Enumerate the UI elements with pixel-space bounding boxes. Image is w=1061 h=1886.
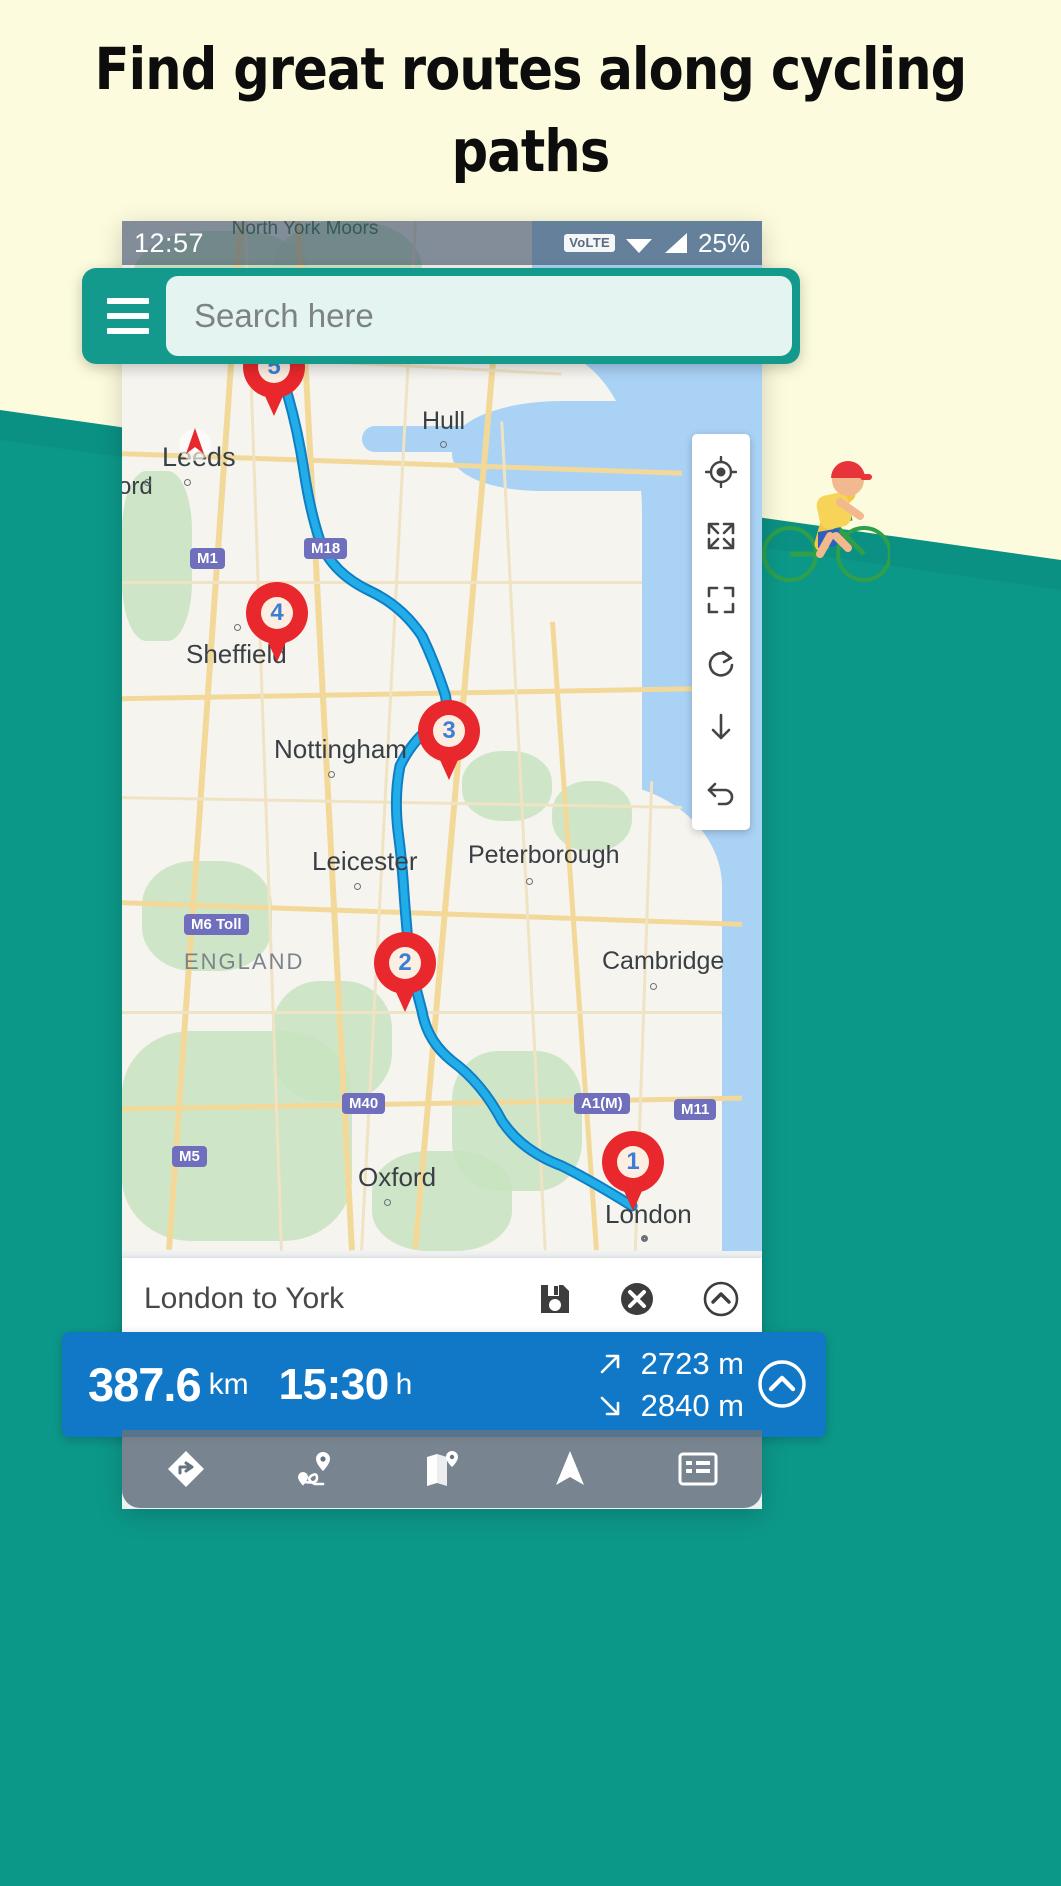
marker-number: 2: [389, 947, 421, 979]
route-info-card: London to York: [122, 1258, 762, 1340]
route-marker[interactable]: 4: [246, 582, 310, 662]
wifi-icon: [625, 239, 652, 253]
descent-value: 2840 m: [640, 1387, 744, 1423]
map-label-city: Leicester: [312, 846, 418, 876]
waypoints-route-icon: [298, 1452, 330, 1486]
chevron-up-circle-icon[interactable]: [756, 1358, 808, 1410]
hamburger-menu-icon[interactable]: [100, 298, 156, 334]
descent-row: 2840 m: [597, 1388, 744, 1424]
arrow-down-right-icon: [600, 1396, 619, 1415]
route-marker[interactable]: 3: [418, 700, 482, 780]
nav-waypoints[interactable]: [279, 1439, 349, 1499]
map-pin-icon: [427, 1451, 458, 1486]
fullscreen-icon: [707, 586, 735, 614]
marker-number: 4: [261, 597, 293, 629]
city-dot: [354, 883, 361, 890]
undo-button[interactable]: [692, 760, 750, 824]
nav-map[interactable]: [407, 1439, 477, 1499]
marker-number: 3: [433, 715, 465, 747]
fit-route-icon: [707, 522, 735, 550]
stat-distance-value: 387.6: [88, 1358, 202, 1411]
map-label-city: Cambridge: [602, 947, 725, 975]
route-card-actions: [538, 1280, 740, 1318]
chevron-up-circle-icon[interactable]: [702, 1280, 740, 1318]
nav-list[interactable]: [663, 1439, 733, 1499]
signal-bars-icon: [664, 233, 687, 253]
rotate-icon: [708, 650, 734, 677]
elevation-block: 2723 m 2840 m: [597, 1346, 744, 1424]
map-label-city: Nottingham: [274, 734, 407, 764]
volte-badge: VoLTE: [564, 234, 615, 252]
bottom-nav-bar: [122, 1430, 762, 1508]
city-dot: [184, 479, 191, 486]
city-dot: [384, 1199, 391, 1206]
nav-directions[interactable]: [151, 1439, 221, 1499]
route-stats-bar: 387.6 km 15:30 h 2723 m 2840 m: [62, 1332, 826, 1437]
ascent-value: 2723 m: [640, 1345, 744, 1381]
city-dot: [641, 1235, 648, 1242]
road-shield: M40: [342, 1093, 386, 1114]
city-dot: [144, 479, 151, 486]
search-input[interactable]: Search here: [166, 276, 792, 356]
undo-icon: [707, 782, 734, 806]
city-dot: [650, 983, 657, 990]
nav-navigate[interactable]: [535, 1439, 605, 1499]
compass-needle-icon[interactable]: [178, 422, 212, 468]
status-bar: 12:57 VoLTE 25%: [122, 221, 762, 265]
download-button[interactable]: [692, 696, 750, 760]
road-shield: A1(M): [574, 1093, 630, 1114]
fullscreen-button[interactable]: [692, 568, 750, 632]
map-label-country: ENGLAND: [184, 949, 305, 974]
map-label-city: Peterborough: [468, 841, 620, 869]
marker-number: 1: [617, 1146, 649, 1178]
route-marker[interactable]: 2: [374, 932, 438, 1012]
stat-duration-value: 15:30: [278, 1359, 390, 1409]
cyclist-illustration: [762, 461, 890, 582]
download-icon: [711, 713, 731, 740]
rotate-map-button[interactable]: [692, 632, 750, 696]
city-dot: [440, 441, 447, 448]
city-dot: [234, 624, 241, 631]
locate-me-button[interactable]: [692, 440, 750, 504]
directions-sign-icon: [168, 1451, 204, 1487]
route-title: London to York: [144, 1282, 345, 1315]
arrow-up-right-icon: [600, 1354, 619, 1373]
city-dot: [328, 771, 335, 778]
map-controls-panel: [692, 434, 750, 830]
city-dot: [526, 878, 533, 885]
stat-distance-unit: km: [208, 1367, 249, 1401]
map-canvas[interactable]: North York Moors ENGLAND Hull Leeds ord …: [122, 221, 762, 1251]
road-shield: M11: [674, 1099, 717, 1120]
status-icons: VoLTE 25%: [564, 228, 750, 259]
locate-me-icon: [705, 456, 737, 488]
close-circle-icon[interactable]: [618, 1280, 656, 1318]
road-shield: M1: [190, 548, 225, 569]
status-time: 12:57: [134, 227, 205, 258]
battery-percent: 25%: [697, 227, 750, 258]
save-floppy-icon[interactable]: [538, 1282, 572, 1316]
map-label-city: ord: [122, 473, 153, 500]
road-shield: M5: [172, 1146, 207, 1167]
map-label-city: Oxford: [358, 1162, 437, 1192]
page-title: Find great routes along cycling paths: [94, 35, 968, 185]
map-label-city: Hull: [422, 407, 466, 435]
list-icon: [678, 1452, 718, 1486]
route-marker[interactable]: 1: [602, 1131, 666, 1211]
ascent-row: 2723 m: [597, 1346, 744, 1382]
road-shield: M6 Toll: [184, 914, 249, 935]
search-bar: Search here: [82, 268, 800, 364]
stat-duration-unit: h: [395, 1367, 413, 1401]
navigation-arrow-icon: [556, 1451, 584, 1485]
road-shield: M18: [304, 538, 348, 559]
fit-route-button[interactable]: [692, 504, 750, 568]
